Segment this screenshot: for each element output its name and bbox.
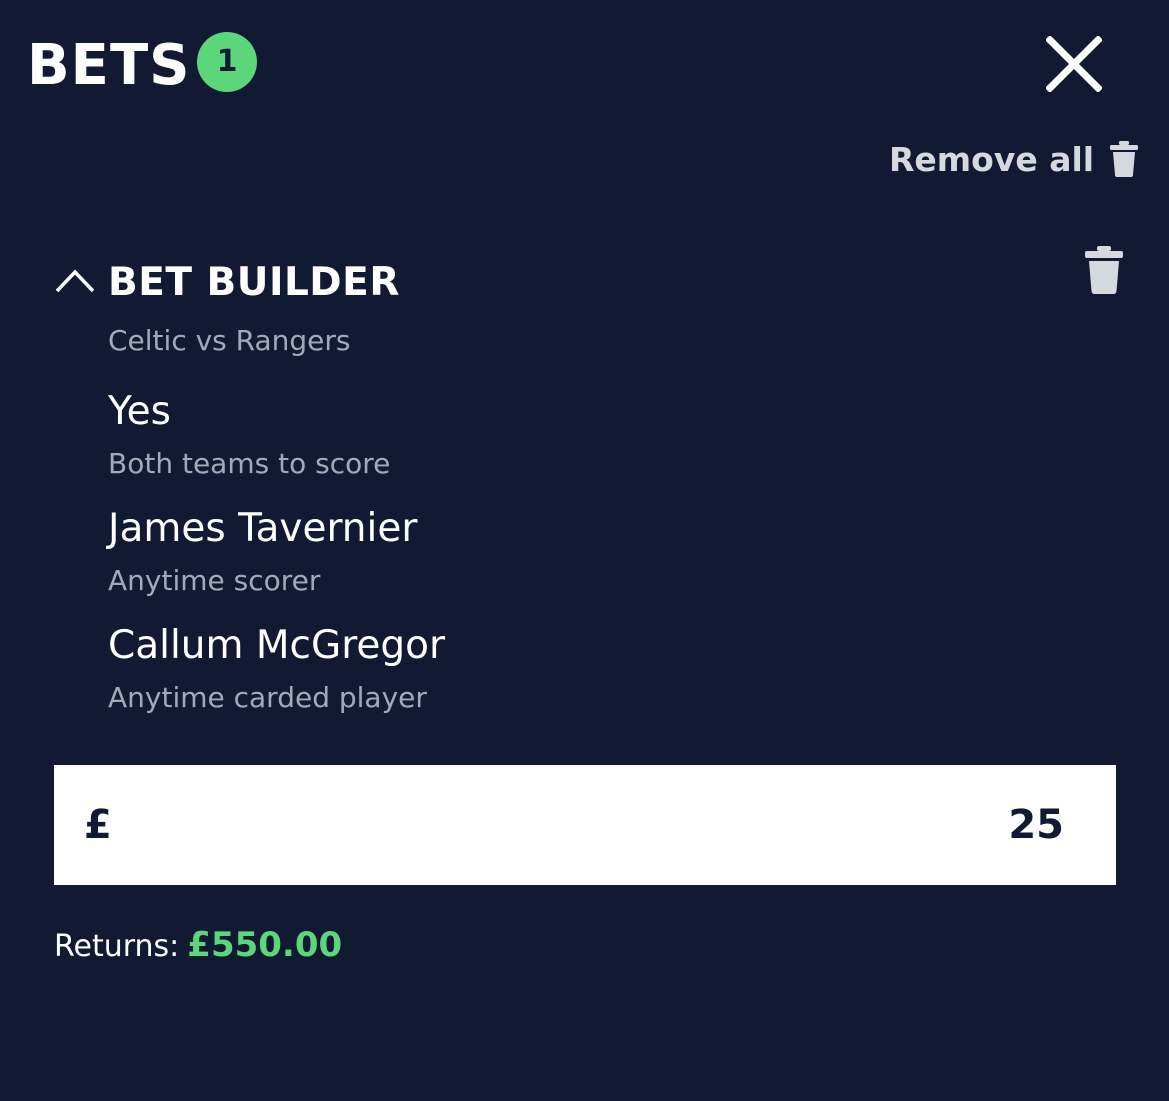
selection-market: Both teams to score [108, 447, 391, 480]
chevron-up-icon [55, 269, 95, 293]
close-icon [1045, 35, 1103, 93]
returns-label: Returns: [54, 929, 180, 964]
currency-symbol: £ [84, 802, 112, 848]
selection-name: Yes [108, 389, 171, 434]
delete-bet-button[interactable] [1085, 246, 1123, 294]
remove-all-button[interactable]: Remove all [889, 136, 1139, 182]
trash-icon [1110, 141, 1139, 177]
close-button[interactable] [1045, 35, 1103, 93]
bet-count-badge: 1 [197, 32, 257, 92]
event-name: Celtic vs Rangers [108, 324, 351, 357]
collapse-toggle[interactable] [54, 266, 96, 296]
selection-market: Anytime carded player [108, 681, 427, 714]
returns-value: £550.00 [187, 925, 343, 965]
stake-input[interactable]: £ 25 [54, 765, 1116, 885]
bet-type-title: BET BUILDER [108, 260, 400, 305]
stake-value: 25 [1008, 802, 1064, 848]
remove-all-label: Remove all [889, 139, 1095, 179]
trash-icon [1085, 246, 1123, 294]
selection-name: James Tavernier [108, 506, 418, 551]
betslip-panel: BETS 1 Remove all BET BUILDER Celtic vs … [0, 0, 1169, 1101]
selection-name: Callum McGregor [108, 623, 446, 668]
betslip-title: BETS [27, 33, 191, 98]
returns-row: Returns: £550.00 [54, 923, 342, 969]
selection-market: Anytime scorer [108, 564, 321, 597]
